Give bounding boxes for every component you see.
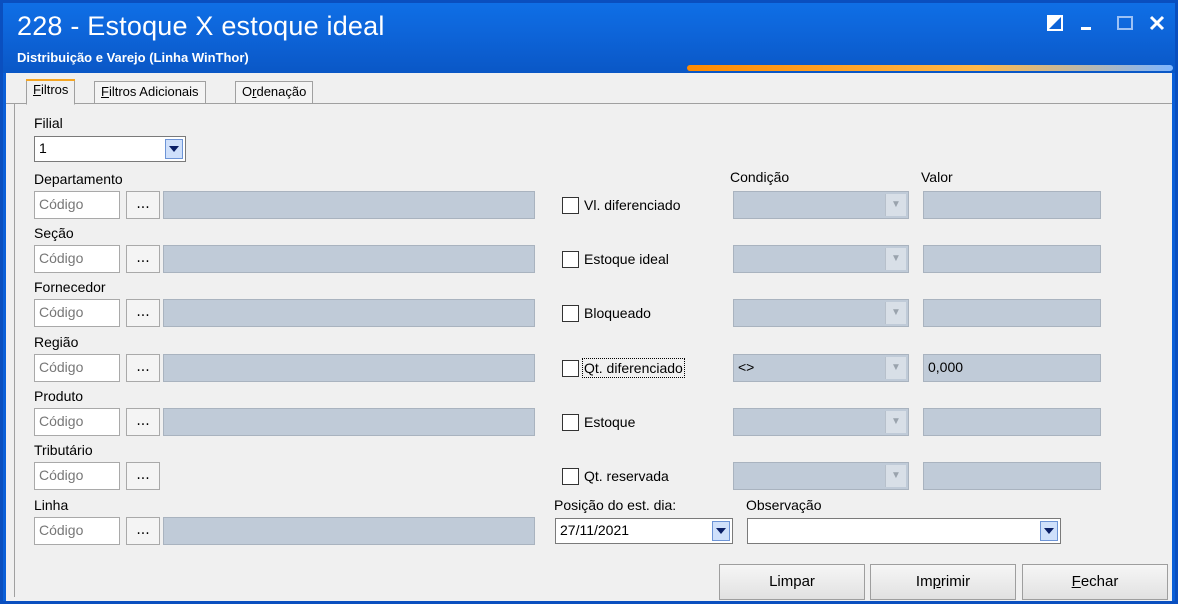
- chevron-down-icon: ▼: [885, 194, 906, 216]
- qt-diferenciado-condition-select: <> ▼: [733, 354, 909, 382]
- produto-search-button[interactable]: ...: [126, 408, 160, 436]
- app-window: 228 - Estoque X estoque ideal Distribuiç…: [0, 0, 1178, 604]
- tab-ordenacao[interactable]: Ordenação: [235, 81, 314, 103]
- valor-header: Valor: [921, 169, 953, 185]
- qt-reservada-checkbox[interactable]: [562, 468, 579, 485]
- minimize-icon[interactable]: [1075, 11, 1099, 35]
- estoque-checkbox[interactable]: [562, 414, 579, 431]
- estoque-value-field: [923, 408, 1101, 436]
- vl-diferenciado-value-field: [923, 191, 1101, 219]
- regiao-label: Região: [34, 334, 79, 350]
- condicao-header: Condição: [730, 169, 790, 185]
- limpar-button[interactable]: Limpar: [719, 564, 865, 600]
- chevron-down-icon[interactable]: [712, 521, 730, 541]
- departamento-code-input[interactable]: Código: [34, 191, 120, 219]
- qt-reservada-condition-select: ▼: [733, 462, 909, 490]
- vl-diferenciado-checkbox[interactable]: [562, 197, 579, 214]
- chevron-down-icon: ▼: [885, 411, 906, 433]
- departamento-label: Departamento: [34, 171, 123, 187]
- chevron-down-icon: ▼: [885, 465, 906, 487]
- estoque-ideal-checkbox[interactable]: [562, 251, 579, 268]
- chevron-down-icon: ▼: [885, 248, 906, 270]
- client-area: Filtros Filtros Adicionais Ordenação Fil…: [6, 73, 1172, 601]
- filial-select[interactable]: 1: [34, 136, 186, 162]
- close-icon[interactable]: [1145, 11, 1169, 35]
- chevron-down-icon[interactable]: [165, 139, 183, 159]
- fornecedor-code-input[interactable]: Código: [34, 299, 120, 327]
- qt-reservada-value-field: [923, 462, 1101, 490]
- estoque-ideal-label: Estoque ideal: [584, 251, 669, 267]
- estoque-label: Estoque: [584, 414, 636, 430]
- secao-code-input[interactable]: Código: [34, 245, 120, 273]
- fornecedor-search-button[interactable]: ...: [126, 299, 160, 327]
- produto-label: Produto: [34, 388, 84, 404]
- linha-label: Linha: [34, 497, 69, 513]
- observacao-label: Observação: [746, 497, 822, 513]
- tributario-code-input[interactable]: Código: [34, 462, 120, 490]
- fornecedor-description-field: [163, 299, 535, 327]
- chevron-down-icon: ▼: [885, 357, 906, 379]
- secao-search-button[interactable]: ...: [126, 245, 160, 273]
- estoque-ideal-condition-select: ▼: [733, 245, 909, 273]
- restore-icon[interactable]: [1043, 11, 1067, 35]
- bloqueado-value-field: [923, 299, 1101, 327]
- chevron-down-icon[interactable]: [1040, 521, 1058, 541]
- bloqueado-checkbox[interactable]: [562, 305, 579, 322]
- imprimir-button[interactable]: Imprimir: [870, 564, 1016, 600]
- tab-strip: Filtros Filtros Adicionais Ordenação: [6, 79, 1172, 105]
- departamento-search-button[interactable]: ...: [126, 191, 160, 219]
- title-accent-bar: [687, 65, 1173, 71]
- qt-diferenciado-label: Qt. diferenciado: [582, 358, 685, 378]
- tributario-label: Tributário: [34, 442, 93, 458]
- produto-code-input[interactable]: Código: [34, 408, 120, 436]
- posicao-date-picker[interactable]: 27/11/2021: [555, 518, 733, 544]
- maximize-icon[interactable]: [1113, 11, 1137, 35]
- regiao-code-input[interactable]: Código: [34, 354, 120, 382]
- window-subtitle: Distribuição e Varejo (Linha WinThor): [17, 50, 249, 65]
- vl-diferenciado-condition-select: ▼: [733, 191, 909, 219]
- secao-label: Seção: [34, 225, 74, 241]
- linha-search-button[interactable]: ...: [126, 517, 160, 545]
- qt-diferenciado-checkbox[interactable]: [562, 360, 579, 377]
- posicao-label: Posição do est. dia:: [554, 497, 677, 513]
- bloqueado-label: Bloqueado: [584, 305, 651, 321]
- title-bar[interactable]: 228 - Estoque X estoque ideal Distribuiç…: [3, 3, 1175, 73]
- estoque-ideal-value-field: [923, 245, 1101, 273]
- observacao-select[interactable]: [747, 518, 1061, 544]
- chevron-down-icon: ▼: [885, 302, 906, 324]
- qt-reservada-label: Qt. reservada: [584, 468, 669, 484]
- linha-description-field: [163, 517, 535, 545]
- bloqueado-condition-select: ▼: [733, 299, 909, 327]
- secao-description-field: [163, 245, 535, 273]
- estoque-condition-select: ▼: [733, 408, 909, 436]
- window-title: 228 - Estoque X estoque ideal: [17, 11, 385, 41]
- fechar-button[interactable]: Fechar: [1022, 564, 1168, 600]
- linha-code-input[interactable]: Código: [34, 517, 120, 545]
- qt-diferenciado-value-field: 0,000: [923, 354, 1101, 382]
- posicao-date-value: 27/11/2021: [560, 522, 630, 538]
- tributario-search-button[interactable]: ...: [126, 462, 160, 490]
- tab-filtros-adicionais[interactable]: Filtros Adicionais: [94, 81, 206, 103]
- departamento-description-field: [163, 191, 535, 219]
- fornecedor-label: Fornecedor: [34, 279, 106, 295]
- produto-description-field: [163, 408, 535, 436]
- filial-value: 1: [39, 140, 47, 156]
- vl-diferenciado-label: Vl. diferenciado: [584, 197, 681, 213]
- regiao-search-button[interactable]: ...: [126, 354, 160, 382]
- regiao-description-field: [163, 354, 535, 382]
- tab-filtros[interactable]: Filtros: [26, 79, 76, 105]
- filial-label: Filial: [34, 115, 63, 131]
